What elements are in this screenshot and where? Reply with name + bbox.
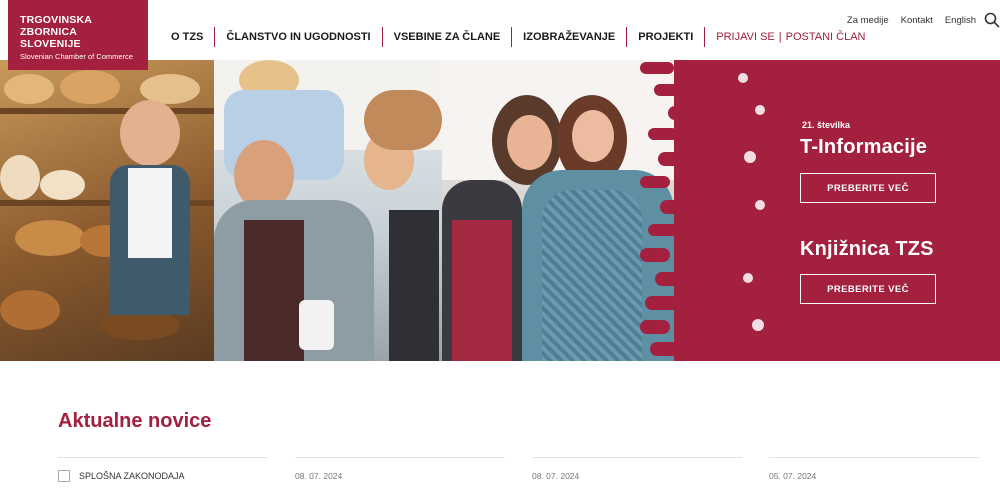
link-kontakt[interactable]: Kontakt xyxy=(901,15,933,26)
nav-account-links: PRIJAVI SE | POSTANI ČLAN xyxy=(704,27,876,47)
news-card[interactable]: 05. 07. 2024 xyxy=(769,457,979,487)
news-filter: SPLOŠNA ZAKONODAJA xyxy=(58,457,268,487)
nav-item-o-tzs[interactable]: O TZS xyxy=(160,27,214,47)
logo[interactable]: TRGOVINSKA ZBORNICA SLOVENIJE Slovenian … xyxy=(8,0,148,70)
hero-image-bakery xyxy=(0,60,214,361)
nav-item-izobrazevanje[interactable]: IZOBRAŽEVANJE xyxy=(511,27,626,47)
main-nav: O TZS ČLANSTVO IN UGODNOSTI VSEBINE ZA Č… xyxy=(160,26,877,48)
filter-label: SPLOŠNA ZAKONODAJA xyxy=(79,471,185,481)
logo-line-2: ZBORNICA SLOVENIJE xyxy=(20,26,81,50)
link-za-medije[interactable]: Za medije xyxy=(847,15,889,26)
logo-subtitle: Slovenian Chamber of Commerce xyxy=(20,52,133,61)
decorative-dot-pattern xyxy=(640,62,765,356)
filter-row: SPLOŠNA ZAKONODAJA xyxy=(58,470,268,482)
filter-checkbox[interactable] xyxy=(58,470,70,482)
nav-item-vsebine[interactable]: VSEBINE ZA ČLANE xyxy=(381,27,512,47)
news-card[interactable]: 08. 07. 2024 xyxy=(295,457,505,487)
news-date: 08. 07. 2024 xyxy=(295,471,343,481)
link-english[interactable]: English xyxy=(945,15,976,26)
hero-banner: 21. številka T-Informacije PREBERITE VEČ… xyxy=(0,60,1000,361)
nav-item-clanstvo[interactable]: ČLANSTVO IN UGODNOSTI xyxy=(214,27,381,47)
promo-title-knjiznica: Knjižnica TZS xyxy=(800,238,934,260)
news-card[interactable]: 08. 07. 2024 xyxy=(532,457,742,487)
hero-image-family xyxy=(214,60,442,361)
join-link[interactable]: POSTANI ČLAN xyxy=(786,31,866,43)
login-link[interactable]: PRIJAVI SE xyxy=(716,31,774,43)
nav-separator: | xyxy=(778,31,782,43)
search-icon[interactable] xyxy=(984,12,1000,28)
promo-title-t-informacije: T-Informacije xyxy=(800,136,928,158)
news-section-title: Aktualne novice xyxy=(58,410,212,432)
read-more-button-knjiznica[interactable]: PREBERITE VEČ xyxy=(800,274,936,304)
logo-line-1: TRGOVINSKA xyxy=(20,14,93,26)
read-more-button-t-informacije[interactable]: PREBERITE VEČ xyxy=(800,173,936,203)
issue-number: 21. številka xyxy=(802,120,851,130)
site-header: TRGOVINSKA ZBORNICA SLOVENIJE Slovenian … xyxy=(0,0,1000,70)
nav-item-projekti[interactable]: PROJEKTI xyxy=(626,27,704,47)
news-date: 05. 07. 2024 xyxy=(769,471,817,481)
utility-links: Za medije Kontakt English xyxy=(847,15,976,26)
news-date: 08. 07. 2024 xyxy=(532,471,580,481)
